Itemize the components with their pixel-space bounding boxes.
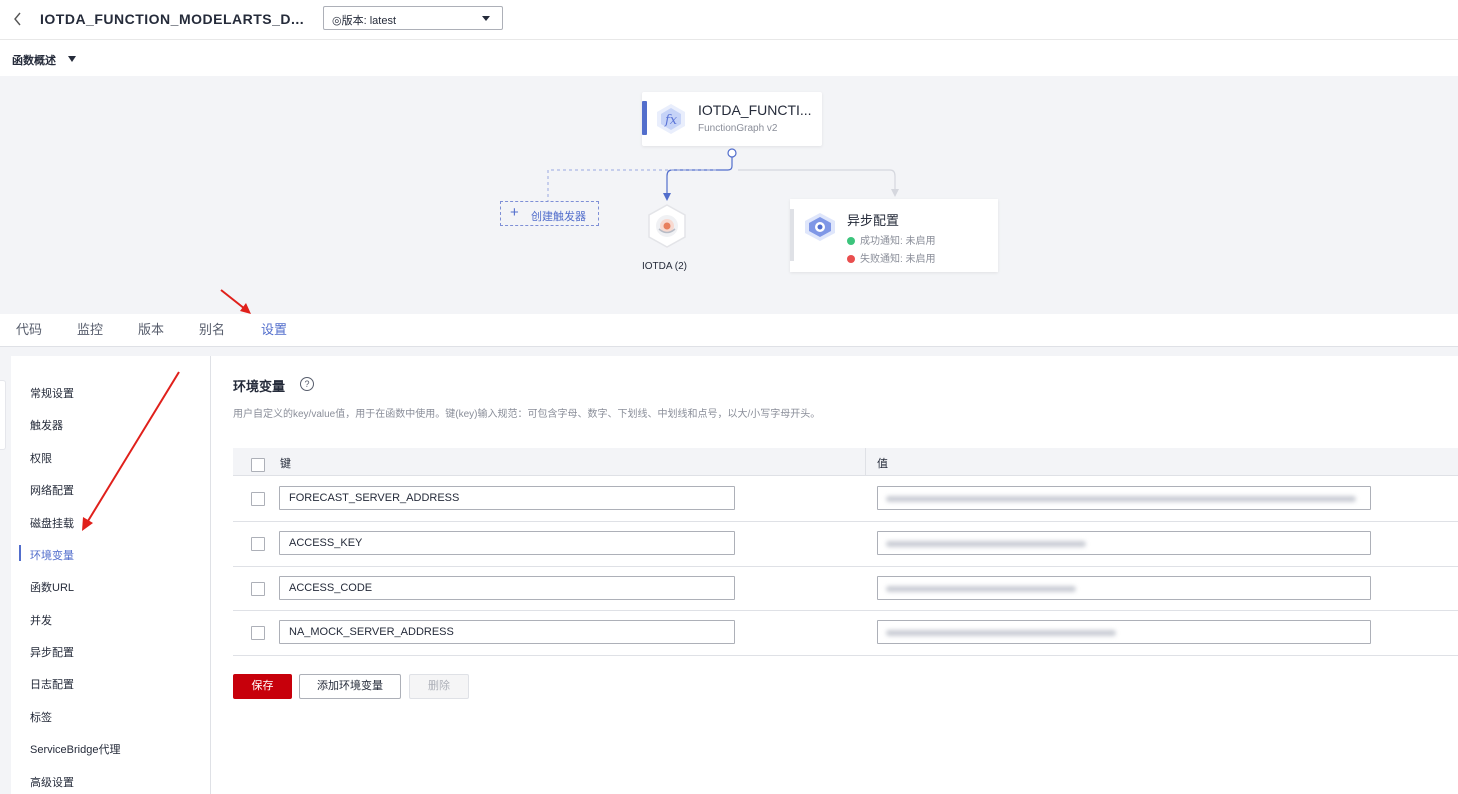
sidebar-item-concurrency[interactable]: 并发 — [30, 612, 52, 628]
sidebar-active-indicator — [19, 545, 21, 561]
row-checkbox[interactable] — [251, 537, 265, 551]
add-env-var-button[interactable]: 添加环境变量 — [299, 674, 401, 699]
sidebar-item-general[interactable]: 常规设置 — [30, 385, 74, 401]
sidebar-item-logging[interactable]: 日志配置 — [30, 676, 74, 692]
status-dot-green-icon — [847, 237, 855, 245]
help-icon[interactable]: ? — [300, 377, 314, 391]
env-value-input[interactable] — [877, 620, 1371, 644]
sidebar-item-network[interactable]: 网络配置 — [30, 482, 74, 498]
async-config-title: 异步配置 — [847, 213, 900, 228]
sidebar-item-permissions[interactable]: 权限 — [30, 450, 52, 466]
function-node-runtime: FunctionGraph v2 — [698, 123, 778, 134]
top-bar: IOTDA_FUNCTION_MODELARTS_D... ◎版本: lates… — [0, 0, 1458, 40]
select-all-checkbox[interactable] — [251, 458, 265, 472]
function-title: IOTDA_FUNCTION_MODELARTS_D... — [40, 11, 305, 27]
fx-function-icon: fx — [654, 102, 688, 136]
iotda-trigger-label: IOTDA (2) — [642, 261, 688, 272]
status-dot-red-icon — [847, 255, 855, 263]
tab-version[interactable]: 版本 — [138, 319, 164, 348]
column-header-value: 值 — [877, 458, 888, 470]
tab-alias[interactable]: 别名 — [199, 319, 225, 348]
async-config-icon — [802, 211, 838, 243]
chevron-left-icon[interactable] — [10, 9, 26, 29]
create-trigger-button[interactable]: + 创建触发器 — [500, 201, 599, 226]
async-config-node[interactable]: 异步配置 成功通知: 未启用 失败通知: 未启用 — [790, 199, 998, 272]
env-table-header — [233, 448, 1458, 476]
iotda-icon — [648, 204, 686, 248]
tab-monitor[interactable]: 监控 — [77, 319, 103, 348]
sidebar-item-disk-mount[interactable]: 磁盘挂载 — [30, 515, 74, 531]
env-key-input[interactable]: FORECAST_SERVER_ADDRESS — [279, 486, 735, 510]
sidebar-item-async[interactable]: 异步配置 — [30, 644, 74, 660]
version-select-value: ◎版本: latest — [332, 15, 397, 27]
redacted-value — [886, 541, 1086, 547]
row-divider — [233, 566, 1458, 567]
function-node-accent — [642, 101, 647, 135]
sidebar-item-function-url[interactable]: 函数URL — [30, 579, 74, 595]
failure-notify-status: 失败通知: 未启用 — [847, 250, 936, 265]
env-key-input[interactable]: ACCESS_CODE — [279, 576, 735, 600]
content-divider — [0, 347, 1458, 356]
row-checkbox[interactable] — [251, 582, 265, 596]
env-value-input[interactable] — [877, 531, 1371, 555]
function-node-name: IOTDA_FUNCTI... — [698, 102, 812, 118]
env-value-input[interactable] — [877, 576, 1371, 600]
tab-code[interactable]: 代码 — [16, 319, 42, 348]
sidebar-collapse-handle[interactable] — [0, 380, 6, 450]
failure-notify-text: 失败通知: 未启用 — [860, 254, 936, 265]
function-tabs: 代码 监控 版本 别名 设置 — [0, 314, 1458, 350]
env-value-input[interactable] — [877, 486, 1371, 510]
async-node-accent — [790, 209, 794, 261]
function-overview-toggle[interactable]: 函数概述 — [12, 52, 56, 68]
sidebar-item-tags[interactable]: 标签 — [30, 709, 52, 725]
tab-settings[interactable]: 设置 — [261, 319, 288, 350]
env-key-input[interactable]: NA_MOCK_SERVER_ADDRESS — [279, 620, 735, 644]
delete-button[interactable]: 删除 — [409, 674, 469, 699]
sidebar-item-triggers[interactable]: 触发器 — [30, 417, 63, 433]
row-checkbox[interactable] — [251, 492, 265, 506]
save-button[interactable]: 保存 — [233, 674, 292, 699]
row-divider — [233, 655, 1458, 656]
redacted-value — [886, 496, 1356, 502]
env-vars-panel — [212, 356, 1458, 794]
env-vars-title: 环境变量 — [233, 379, 286, 394]
sidebar-item-advanced[interactable]: 高级设置 — [30, 774, 74, 790]
redacted-value — [886, 630, 1116, 636]
caret-down-icon[interactable] — [68, 56, 76, 62]
env-vars-description: 用户自定义的key/value值，用于在函数中使用。键(key)输入规范：可包含… — [233, 409, 821, 420]
svg-text:fx: fx — [664, 113, 678, 128]
iotda-trigger-node[interactable] — [645, 203, 689, 249]
success-notify-text: 成功通知: 未启用 — [860, 236, 936, 247]
row-divider — [233, 610, 1458, 611]
row-checkbox[interactable] — [251, 626, 265, 640]
sidebar-item-servicebridge[interactable]: ServiceBridge代理 — [30, 741, 120, 757]
column-header-key: 键 — [280, 458, 291, 470]
redacted-value — [886, 586, 1076, 592]
success-notify-status: 成功通知: 未启用 — [847, 232, 936, 247]
column-divider — [865, 448, 866, 476]
plus-icon: + — [510, 204, 519, 221]
caret-down-icon — [482, 16, 490, 21]
sidebar-item-env-vars[interactable]: 环境变量 — [30, 547, 74, 563]
create-trigger-label: 创建触发器 — [531, 211, 586, 223]
env-key-input[interactable]: ACCESS_KEY — [279, 531, 735, 555]
version-select[interactable]: ◎版本: latest — [323, 6, 503, 30]
function-node[interactable]: fx IOTDA_FUNCTI... FunctionGraph v2 — [642, 92, 822, 146]
row-divider — [233, 521, 1458, 522]
